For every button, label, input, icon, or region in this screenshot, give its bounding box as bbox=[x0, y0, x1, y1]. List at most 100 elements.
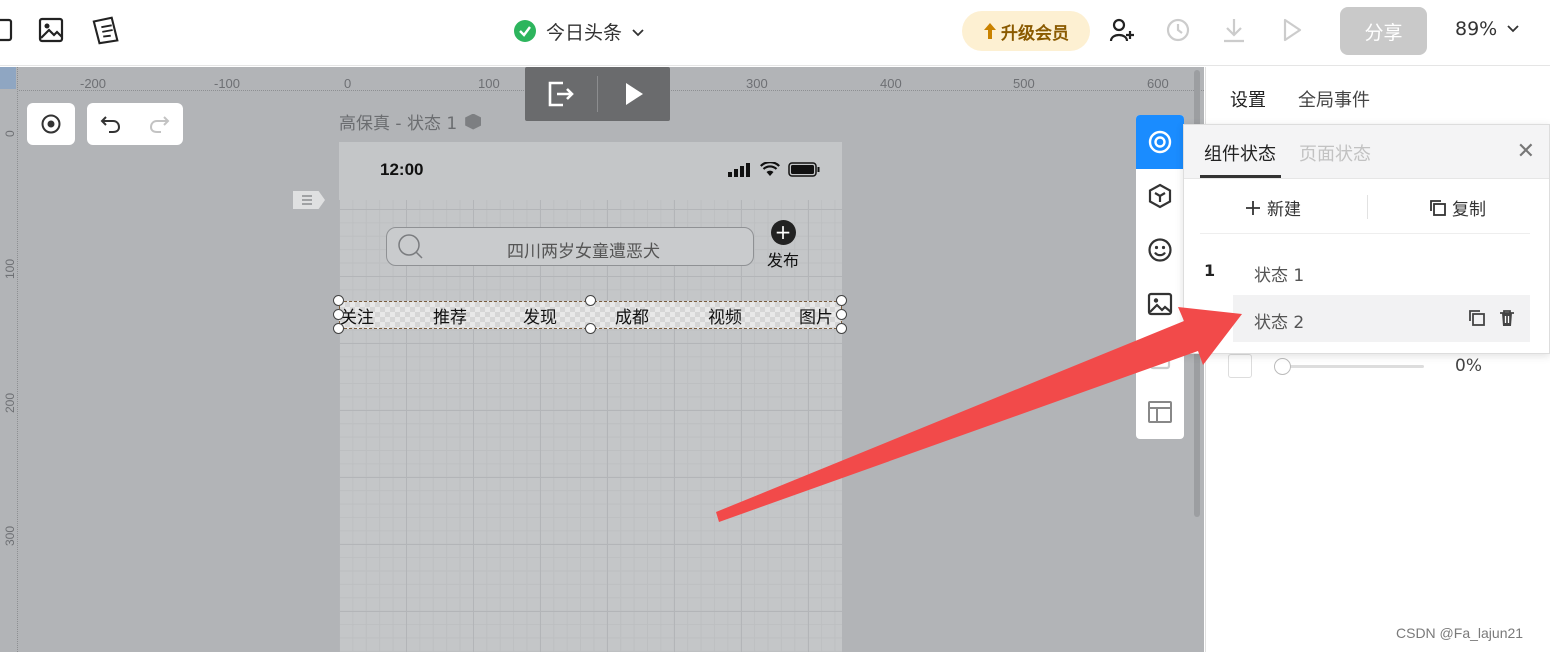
zoom-dropdown[interactable]: 89% bbox=[1455, 18, 1519, 40]
divider bbox=[1367, 195, 1368, 219]
tab-page-state[interactable]: 页面状态 bbox=[1299, 140, 1371, 166]
resize-handle[interactable] bbox=[333, 295, 344, 306]
chevron-down-icon bbox=[1507, 25, 1519, 33]
saved-check-icon bbox=[514, 20, 536, 42]
redo-icon[interactable] bbox=[135, 114, 183, 134]
phone-mockup: 12:00 四川两岁女童遭恶犬 + 发布 关注 推荐 发现 成都 视频 图片 bbox=[333, 142, 847, 652]
tab-follow[interactable]: 关注 bbox=[340, 303, 374, 328]
tab-chengdu[interactable]: 成都 bbox=[615, 303, 649, 328]
resize-handle[interactable] bbox=[585, 323, 596, 334]
state-actions bbox=[1468, 309, 1516, 327]
ruler-label: 300 bbox=[3, 525, 17, 546]
tab-component-state[interactable]: 组件状态 bbox=[1204, 140, 1276, 166]
resize-handle[interactable] bbox=[836, 323, 847, 334]
signal-icon bbox=[728, 162, 750, 177]
top-toolbar: 今日头条 升级会员 分享 89% bbox=[0, 0, 1550, 66]
share-label: 分享 bbox=[1364, 21, 1403, 44]
tab-video[interactable]: 视频 bbox=[708, 303, 742, 328]
download-icon[interactable] bbox=[1218, 14, 1250, 46]
state-popup: 组件状态 页面状态 ✕ 新建 复制 1 状态 1 2 状态 2 bbox=[1183, 124, 1550, 354]
chevron-down-icon bbox=[632, 20, 644, 42]
resize-handle[interactable] bbox=[333, 309, 344, 320]
history-icon[interactable] bbox=[1162, 14, 1194, 46]
state-number: 1 bbox=[1204, 261, 1216, 280]
target-icon bbox=[41, 114, 61, 134]
state-row-selected[interactable]: 2 状态 2 bbox=[1184, 295, 1550, 342]
focus-button[interactable] bbox=[27, 103, 75, 145]
copy-state-button[interactable]: 复制 bbox=[1430, 195, 1486, 220]
share-button[interactable]: 分享 bbox=[1340, 7, 1427, 55]
plus-circle-icon: + bbox=[770, 220, 796, 245]
design-canvas[interactable]: -200 -100 0 100 200 300 400 500 600 0 10… bbox=[0, 67, 1204, 652]
new-label: 新建 bbox=[1267, 200, 1301, 220]
copy-label: 复制 bbox=[1452, 200, 1486, 220]
opacity-slider-thumb[interactable] bbox=[1274, 358, 1291, 375]
undo-icon[interactable] bbox=[87, 114, 135, 134]
status-time: 12:00 bbox=[380, 160, 424, 179]
resize-handle[interactable] bbox=[836, 295, 847, 306]
ruler-label: 100 bbox=[478, 76, 500, 91]
ruler-label: 400 bbox=[880, 76, 902, 91]
publish-button[interactable]: + 发布 bbox=[767, 220, 799, 271]
upgrade-membership-button[interactable]: 升级会员 bbox=[962, 11, 1090, 51]
duplicate-icon[interactable] bbox=[1468, 309, 1486, 327]
battery-icon bbox=[788, 162, 820, 177]
state-number: 2 bbox=[1204, 308, 1216, 327]
tab-discover[interactable]: 发现 bbox=[523, 303, 557, 328]
copy-icon bbox=[1430, 199, 1446, 216]
publish-label: 发布 bbox=[767, 251, 800, 270]
add-user-icon[interactable] bbox=[1106, 14, 1138, 46]
resize-handle[interactable] bbox=[836, 309, 847, 320]
phone-status-bar: 12:00 bbox=[339, 142, 842, 200]
popup-tabs: 组件状态 页面状态 ✕ bbox=[1184, 125, 1549, 179]
opacity-slider-track[interactable] bbox=[1278, 365, 1424, 368]
ruler-label: 0 bbox=[3, 130, 17, 137]
state-row[interactable]: 1 状态 1 bbox=[1184, 248, 1550, 295]
frame-icon[interactable] bbox=[0, 14, 18, 46]
play-outline-icon[interactable] bbox=[1276, 14, 1308, 46]
document-icon[interactable] bbox=[1136, 331, 1184, 385]
close-icon[interactable]: ✕ bbox=[1517, 139, 1535, 164]
ruler-corner bbox=[0, 67, 16, 89]
play-icon[interactable] bbox=[598, 67, 670, 121]
zoom-value: 89% bbox=[1455, 18, 1498, 40]
active-tab-indicator bbox=[1200, 175, 1281, 178]
page-label-text: 高保真 - 状态 1 bbox=[339, 114, 458, 134]
opacity-checkbox[interactable] bbox=[1228, 354, 1252, 378]
target-icon[interactable] bbox=[1136, 115, 1184, 169]
plus-icon bbox=[1246, 200, 1260, 215]
emoji-icon[interactable] bbox=[1136, 223, 1184, 277]
ruler-label: 300 bbox=[746, 76, 768, 91]
ruler-label: 500 bbox=[1013, 76, 1035, 91]
notes-icon[interactable] bbox=[91, 14, 123, 46]
exit-icon[interactable] bbox=[525, 67, 597, 121]
cube-icon[interactable] bbox=[1136, 169, 1184, 223]
tab-pictures[interactable]: 图片 bbox=[799, 303, 833, 328]
menu-marker-icon[interactable] bbox=[293, 191, 325, 209]
tab-global-events[interactable]: 全局事件 bbox=[1298, 86, 1370, 112]
upgrade-label: 升级会员 bbox=[1001, 23, 1069, 44]
ruler-label: 600 bbox=[1147, 76, 1169, 91]
state-name: 状态 1 bbox=[1254, 266, 1305, 286]
layout-icon[interactable] bbox=[1136, 385, 1184, 439]
component-toolbar bbox=[1136, 115, 1184, 439]
status-icons bbox=[728, 162, 820, 177]
tab-settings[interactable]: 设置 bbox=[1230, 86, 1266, 112]
settings-hex-icon[interactable] bbox=[465, 113, 482, 130]
preview-bar bbox=[525, 67, 670, 121]
search-input[interactable]: 四川两岁女童遭恶犬 bbox=[386, 227, 754, 266]
new-state-button[interactable]: 新建 bbox=[1245, 195, 1301, 220]
resize-handle[interactable] bbox=[585, 295, 596, 306]
opacity-row: 0% bbox=[1228, 354, 1528, 380]
undo-redo-group bbox=[87, 103, 183, 145]
image-icon[interactable] bbox=[35, 14, 67, 46]
ruler-label: 0 bbox=[344, 76, 352, 91]
watermark: CSDN @Fa_lajun21 bbox=[1396, 625, 1524, 641]
document-title[interactable]: 今日头条 bbox=[514, 16, 644, 46]
tab-recommend[interactable]: 推荐 bbox=[433, 303, 467, 328]
state-name: 状态 2 bbox=[1254, 313, 1305, 333]
resize-handle[interactable] bbox=[333, 323, 344, 334]
trash-icon[interactable] bbox=[1498, 309, 1516, 327]
arrow-up-icon bbox=[984, 23, 996, 39]
image-icon[interactable] bbox=[1136, 277, 1184, 331]
